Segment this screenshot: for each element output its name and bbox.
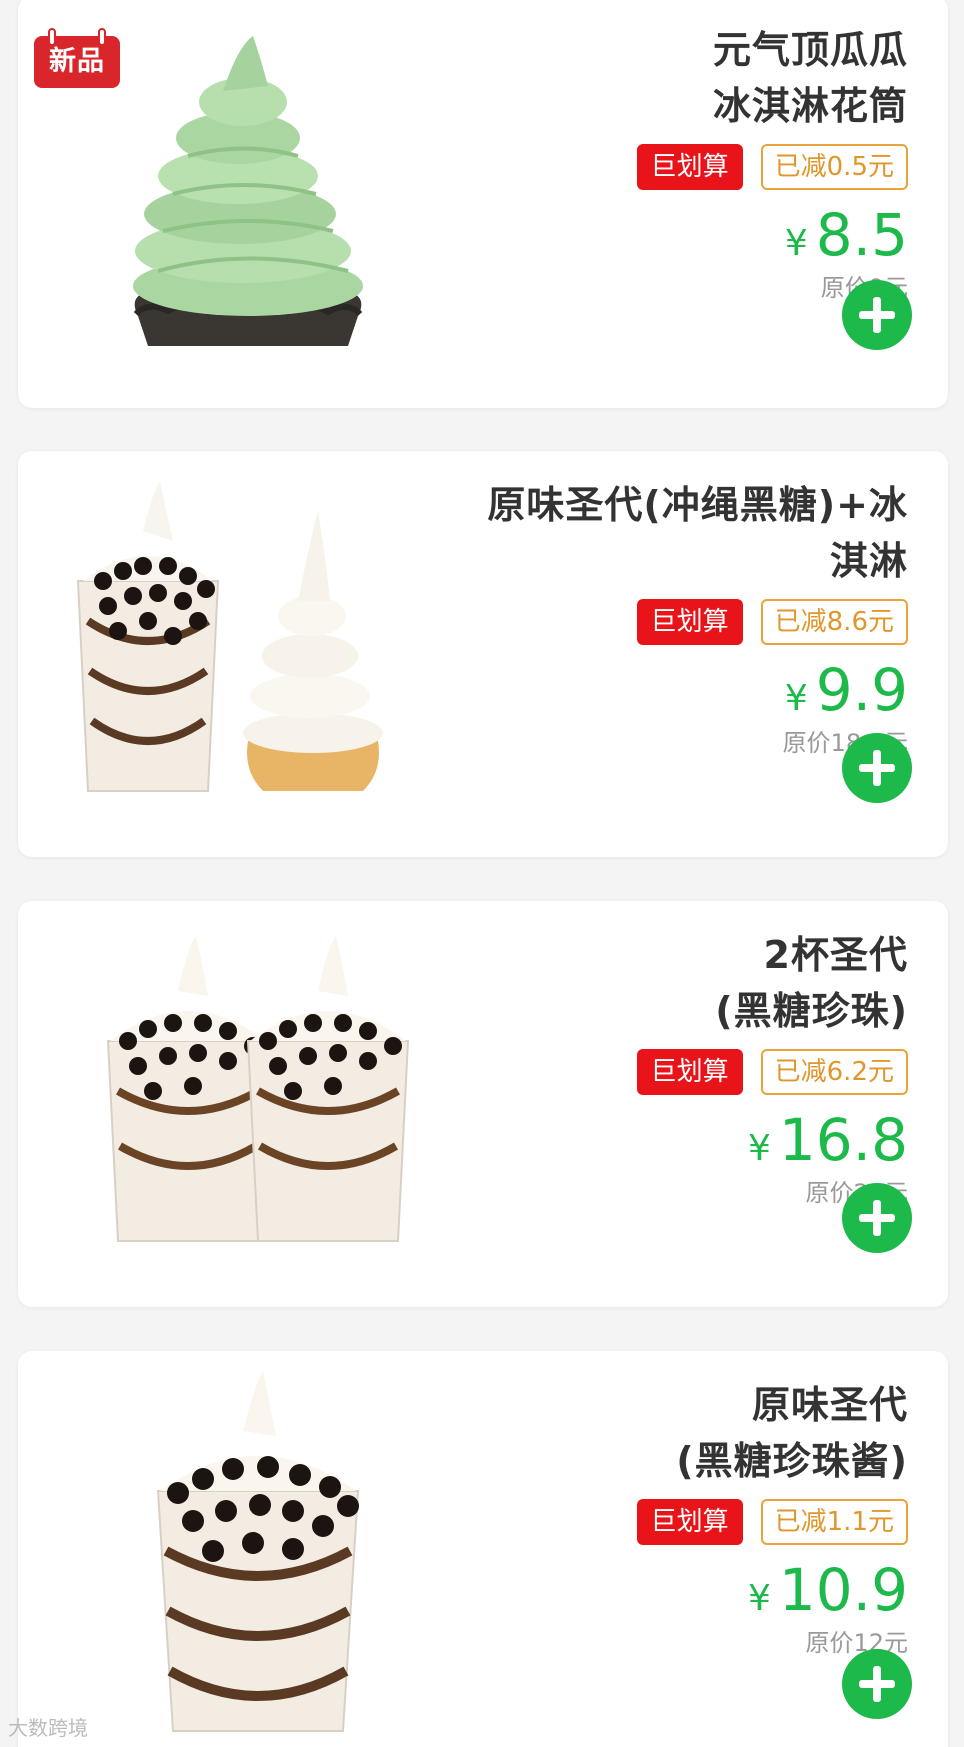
discount-tag: 已减1.1元 <box>760 1499 908 1545</box>
discount-tag: 已减0.5元 <box>760 144 908 190</box>
add-to-cart-button[interactable] <box>842 733 912 803</box>
price-value: 16.8 <box>778 1106 908 1174</box>
product-info: 元气顶瓜瓜 冰淇淋花筒 巨划算 已减0.5元 ¥8.5 原价9元 <box>448 22 908 306</box>
sundae-icon <box>48 1371 468 1741</box>
deal-tag: 巨划算 <box>636 144 743 190</box>
discount-tag: 已减6.2元 <box>760 1049 908 1095</box>
product-info: 2杯圣代 (黑糖珍珠) 巨划算 已减6.2元 ¥16.8 原价23元 <box>448 927 908 1211</box>
product-card[interactable]: 新品 元气顶瓜瓜 冰淇淋花筒 巨划算 已减0.5元 ¥ 8.5 <box>18 0 948 408</box>
product-list: 新品 元气顶瓜瓜 冰淇淋花筒 巨划算 已减0.5元 ¥ 8.5 原味圣代(冲绳黑… <box>0 0 964 1747</box>
add-to-cart-button[interactable] <box>842 1649 912 1719</box>
product-info: 原味圣代(冲绳黑糖)+冰 淇淋 巨划算 已减8.6元 ¥9.9 原价18.5元 <box>448 477 908 761</box>
deal-tag: 巨划算 <box>636 1499 743 1545</box>
currency-symbol: ¥ <box>747 1578 771 1619</box>
currency-symbol: ¥ <box>784 223 808 264</box>
new-badge-label: 新品 <box>49 46 105 77</box>
add-to-cart-button[interactable] <box>842 1183 912 1253</box>
product-title-line: 2杯圣代 <box>763 933 908 977</box>
original-price: 原价12元 <box>805 1629 908 1657</box>
tag-row: 巨划算 已减1.1元 <box>448 1499 908 1545</box>
product-title-line: (黑糖珍珠酱) <box>676 1439 908 1483</box>
deal-tag: 巨划算 <box>636 599 743 645</box>
product-card[interactable]: 2杯圣代 (黑糖珍珠) 巨划算 已减6.2元 ¥16.8 原价23元 <box>18 901 948 1307</box>
product-title: 原味圣代 (黑糖珍珠酱) <box>448 1377 908 1489</box>
product-title-line: 冰淇淋花筒 <box>712 84 908 128</box>
price-value: 9.9 <box>815 656 908 724</box>
product-info: 原味圣代 (黑糖珍珠酱) 巨划算 已减1.1元 ¥10.9 原价12元 <box>448 1377 908 1661</box>
product-title-line: 原味圣代 <box>751 1383 908 1427</box>
price: ¥16.8 <box>448 1105 908 1175</box>
new-badge: 新品 <box>34 28 120 88</box>
product-card[interactable]: 原味圣代 (黑糖珍珠酱) 巨划算 已减1.1元 ¥10.9 原价12元 <box>18 1351 948 1747</box>
price: ¥8.5 <box>448 200 908 270</box>
discount-tag: 已减8.6元 <box>760 599 908 645</box>
deal-tag: 巨划算 <box>636 1049 743 1095</box>
product-title-line: 元气顶瓜瓜 <box>712 28 908 72</box>
two-sundaes-icon <box>48 921 468 1291</box>
currency-symbol: ¥ <box>747 1128 771 1169</box>
tag-row: 巨划算 已减6.2元 <box>448 1049 908 1095</box>
price-value: 10.9 <box>778 1556 908 1624</box>
product-title-line: 淇淋 <box>829 539 908 583</box>
product-title: 元气顶瓜瓜 冰淇淋花筒 <box>448 22 908 134</box>
product-title: 2杯圣代 (黑糖珍珠) <box>448 927 908 1039</box>
tag-row: 巨划算 已减8.6元 <box>448 599 908 645</box>
product-title-line: 原味圣代(冲绳黑糖)+冰 <box>487 483 908 527</box>
add-to-cart-button[interactable] <box>842 280 912 350</box>
price-value: 8.5 <box>815 201 908 269</box>
product-title: 原味圣代(冲绳黑糖)+冰 淇淋 <box>448 477 908 589</box>
tag-row: 巨划算 已减0.5元 <box>448 144 908 190</box>
price: ¥10.9 <box>448 1555 908 1625</box>
sundae-and-cone-icon <box>48 471 468 841</box>
original-price: 原价9元 <box>448 270 908 306</box>
currency-symbol: ¥ <box>784 678 808 719</box>
original-price: 原价18.5元 <box>782 729 908 757</box>
watermark: 大数跨境 <box>8 1716 88 1740</box>
product-title-line: (黑糖珍珠) <box>715 989 908 1033</box>
original-price: 原价23元 <box>448 1175 908 1211</box>
product-card[interactable]: 原味圣代(冲绳黑糖)+冰 淇淋 巨划算 已减8.6元 ¥9.9 原价18.5元 <box>18 451 948 857</box>
price: ¥9.9 <box>448 655 908 725</box>
